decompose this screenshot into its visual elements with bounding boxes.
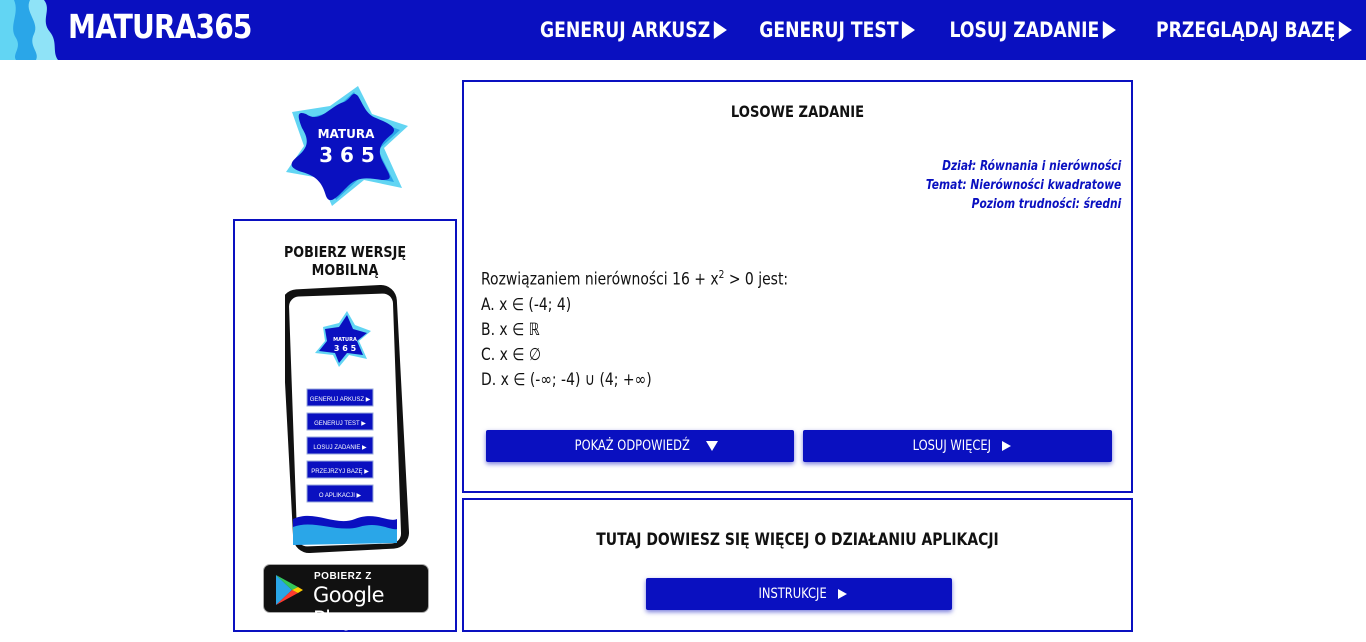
nav-label: GENERUJ ARKUSZ	[540, 18, 711, 42]
star-logo-line1: MATURA	[318, 127, 375, 141]
phone-button-label: O APLIKACJI ▶	[319, 493, 362, 499]
phone-button-label: LOSUJ ZADANIE ▶	[313, 445, 367, 451]
question-suffix: > 0 jest:	[724, 269, 789, 290]
task-section: Dział: Równania i nierówności	[941, 159, 1121, 174]
question-text: Rozwiązaniem nierówności 16 + x2 > 0 jes…	[481, 262, 788, 293]
wave-decoration-icon	[0, 0, 58, 60]
phone-mockup-image: MATURA 3 6 5 GENERUJ ARKUSZ ▶ GENERUJ TE…	[285, 284, 409, 554]
play-arrow-icon	[713, 21, 727, 39]
nav-generate-sheet[interactable]: GENERUJ ARKUSZ	[540, 18, 727, 42]
top-navbar: MATURA365 GENERUJ ARKUSZ GENERUJ TEST LO…	[0, 0, 1366, 60]
gplay-main-text: Google Play	[313, 583, 385, 631]
nav-label: PRZEGLĄDAJ BAZĘ	[1156, 18, 1336, 42]
task-meta: Dział: Równania i nierówności Temat: Nie…	[926, 157, 1121, 214]
question-prefix: Rozwiązaniem nierówności 16 + x	[481, 269, 719, 290]
main-nav: GENERUJ ARKUSZ GENERUJ TEST LOSUJ ZADANI…	[527, 0, 1352, 60]
phone-button-label: PRZEJRZYJ BAZĘ ▶	[311, 469, 369, 475]
play-arrow-icon	[837, 589, 847, 599]
nav-label: LOSUJ ZADANIE	[949, 18, 1099, 42]
phone-button-label: GENERUJ TEST ▶	[314, 421, 366, 427]
play-arrow-icon	[1338, 21, 1352, 39]
play-arrow-icon	[1102, 21, 1116, 39]
phone-logo-line2: 3 6 5	[334, 344, 357, 353]
phone-logo-line1: MATURA	[333, 337, 357, 343]
answer-option-a: A. x ∈ (-4; 4)	[481, 294, 572, 315]
info-title: TUTAJ DOWIESZ SIĘ WIĘCEJ O DZIAŁANIU APL…	[596, 530, 999, 550]
nav-label: GENERUJ TEST	[758, 18, 899, 42]
answer-option-c: C. x ∈ ∅	[481, 344, 542, 365]
instructions-button[interactable]: INSTRUKCJE	[646, 578, 952, 610]
draw-more-label: LOSUJ WIĘCEJ	[912, 438, 991, 454]
instructions-label: INSTRUKCJE	[758, 586, 828, 602]
task-title: LOSOWE ZADANIE	[730, 102, 865, 121]
mobile-download-panel: POBIERZ WERSJĘ MOBILNĄ MATURA 3 6 5 GENE…	[233, 219, 457, 632]
task-topic: Temat: Nierówności kwadratowe	[925, 178, 1121, 193]
task-difficulty: Poziom trudności: średni	[971, 197, 1121, 212]
play-arrow-icon	[901, 21, 915, 39]
nav-browse-base[interactable]: PRZEGLĄDAJ BAZĘ	[1156, 18, 1352, 42]
show-answer-button[interactable]: POKAŻ ODPOWIEDŹ	[486, 430, 794, 462]
google-play-icon	[276, 575, 303, 605]
site-logo-text[interactable]: MATURA365	[68, 7, 252, 46]
answer-option-d: D. x ∈ (-∞; -4) ∪ (4; +∞)	[481, 369, 652, 390]
star-logo-line2: 3 6 5	[319, 143, 375, 167]
play-arrow-icon	[1002, 441, 1012, 451]
app-info-panel: TUTAJ DOWIESZ SIĘ WIĘCEJ O DZIAŁANIU APL…	[462, 498, 1133, 632]
nav-generate-test[interactable]: GENERUJ TEST	[759, 18, 915, 42]
matura365-star-logo: MATURA 3 6 5	[286, 86, 408, 206]
answer-option-b: B. x ∈ ℝ	[481, 319, 540, 340]
nav-random-task[interactable]: LOSUJ ZADANIE	[949, 18, 1116, 42]
triangle-down-icon	[705, 441, 718, 451]
task-question: Rozwiązaniem nierówności 16 + x2 > 0 jes…	[481, 262, 788, 393]
mobile-panel-title: POBIERZ WERSJĘ MOBILNĄ	[283, 243, 407, 279]
random-task-panel: LOSOWE ZADANIE Dział: Równania i nierówn…	[462, 80, 1133, 493]
draw-more-button[interactable]: LOSUJ WIĘCEJ	[803, 430, 1112, 462]
gplay-small-text: POBIERZ Z	[314, 571, 372, 582]
phone-button-label: GENERUJ ARKUSZ ▶	[310, 397, 371, 403]
google-play-badge[interactable]: POBIERZ Z Google Play	[263, 564, 429, 631]
show-answer-label: POKAŻ ODPOWIEDŹ	[574, 438, 691, 454]
